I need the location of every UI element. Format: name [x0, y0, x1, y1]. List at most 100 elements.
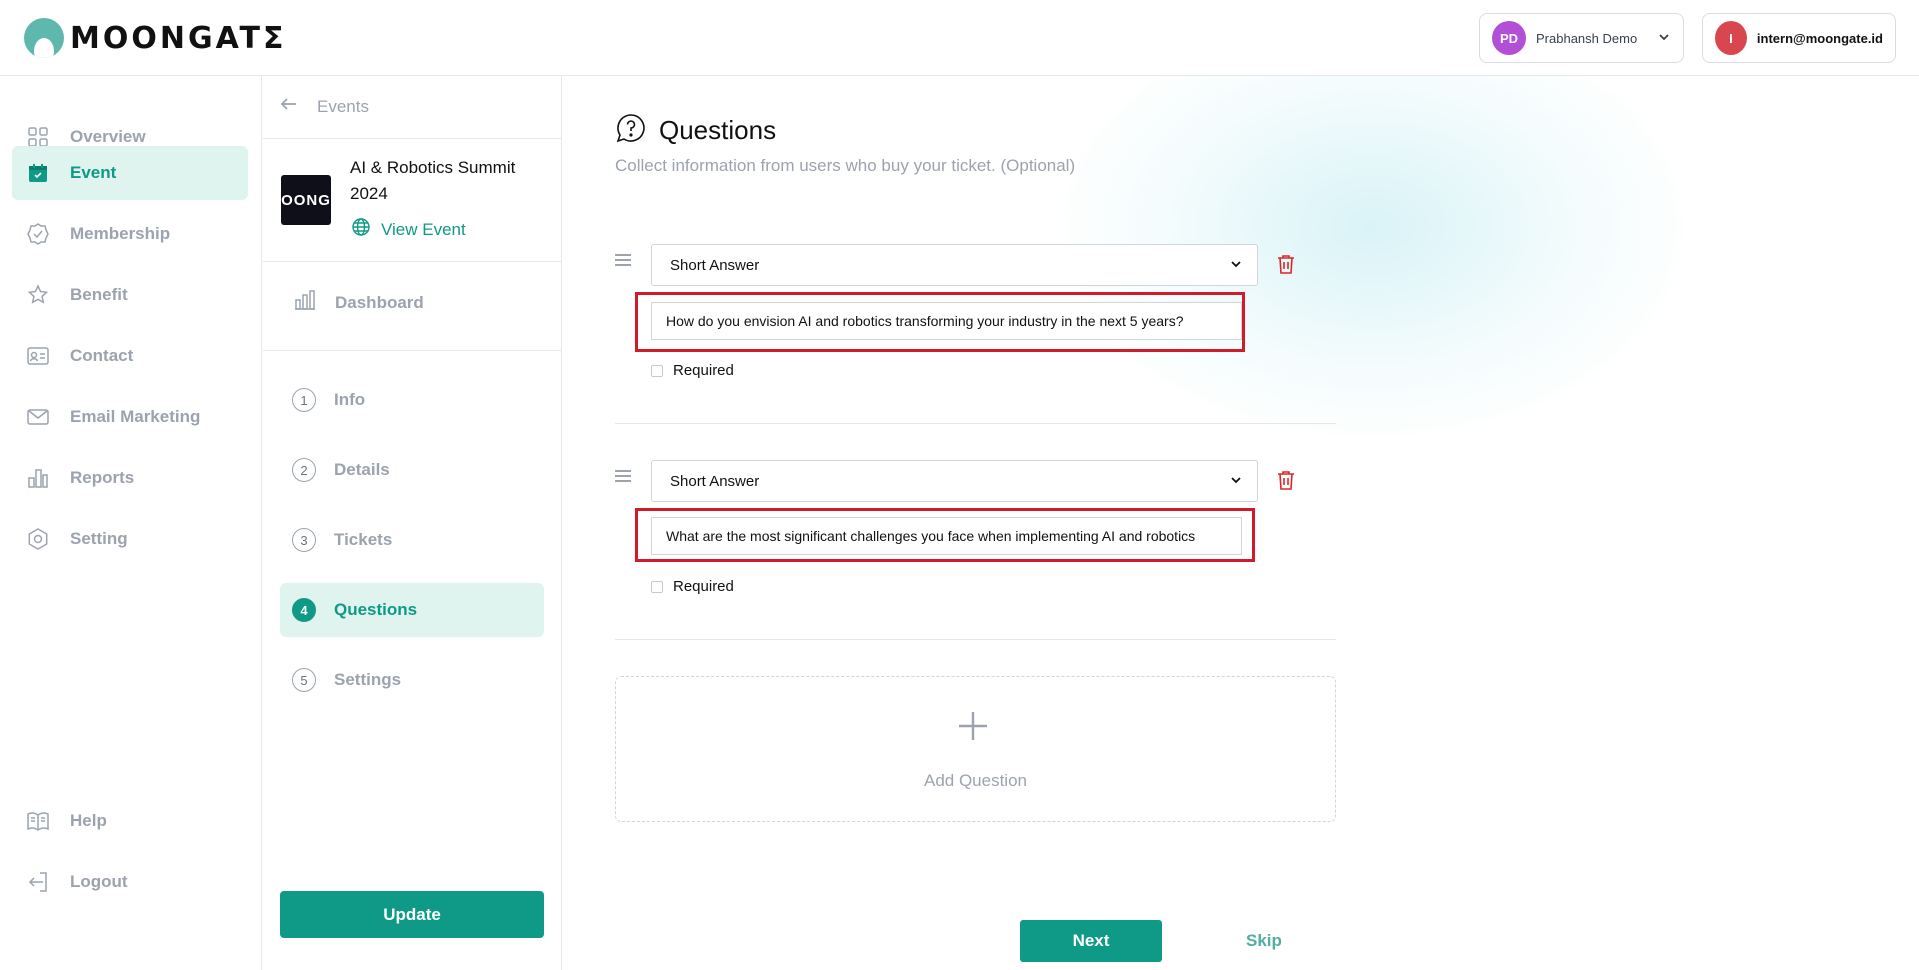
sidebar-item-benefit[interactable]: Benefit [12, 268, 248, 322]
step-details[interactable]: 2 Details [280, 443, 544, 497]
bar-chart-icon [293, 288, 317, 317]
question-type-select[interactable]: Short Answer [651, 244, 1258, 286]
sidebar-item-label: Email Marketing [70, 407, 201, 426]
book-icon [26, 809, 50, 833]
update-button[interactable]: Update [280, 891, 544, 938]
required-label: Required [673, 578, 734, 595]
event-panel: Events OONG AI & Robotics Summit 2024 Vi… [263, 76, 562, 970]
required-checkbox-row[interactable]: Required [651, 362, 734, 379]
sidebar-item-event[interactable]: Event [12, 146, 248, 200]
step-number: 1 [292, 388, 316, 412]
question-separator [615, 423, 1336, 424]
divider [263, 350, 562, 351]
step-number: 3 [292, 528, 316, 552]
step-label: Settings [334, 670, 402, 689]
question-type-value: Short Answer [670, 256, 760, 274]
step-questions[interactable]: 4 Questions [280, 583, 544, 637]
logo-text: MOONGATƩ [70, 20, 287, 56]
step-label: Tickets [334, 530, 393, 549]
page-title: Questions [659, 115, 777, 145]
question-bubble-icon [615, 112, 647, 149]
badge-check-icon [26, 222, 50, 246]
page-header: Questions [615, 112, 776, 149]
arrow-left-icon [279, 94, 299, 119]
step-label: Details [334, 460, 390, 479]
sidebar-item-contact[interactable]: Contact [12, 329, 248, 383]
event-thumbnail: OONG [281, 175, 331, 225]
page-subtitle: Collect information from users who buy y… [615, 156, 1076, 175]
chevron-down-icon [1229, 473, 1243, 490]
back-to-events[interactable]: Events [279, 94, 369, 119]
bar-chart-icon [26, 466, 50, 490]
questions-main: Questions Collect information from users… [563, 76, 1919, 970]
required-checkbox[interactable] [651, 580, 663, 593]
step-settings[interactable]: 5 Settings [280, 653, 544, 707]
logout-icon [26, 870, 50, 894]
plus-icon [956, 709, 990, 748]
sidebar-item-label: Reports [70, 468, 135, 487]
user-account-menu[interactable]: I intern@moongate.id [1702, 13, 1896, 63]
top-bar: MOONGATƩ PD Prabhansh Demo I intern@moon… [0, 0, 1919, 76]
step-label: Questions [334, 600, 418, 619]
settings-icon [26, 527, 50, 551]
org-name: Prabhansh Demo [1536, 30, 1638, 46]
drag-handle-icon[interactable] [615, 254, 631, 269]
mail-icon [26, 405, 50, 429]
globe-icon [351, 217, 371, 242]
chevron-down-icon [1229, 257, 1243, 274]
sidebar-item-reports[interactable]: Reports [12, 451, 248, 505]
delete-question-button[interactable] [1277, 254, 1295, 279]
divider [263, 261, 562, 262]
moongate-logo[interactable]: MOONGATƩ [24, 18, 286, 58]
drag-handle-icon[interactable] [615, 470, 631, 485]
question-type-value: Short Answer [670, 472, 760, 490]
sidebar-item-logout[interactable]: Logout [12, 855, 248, 909]
back-label: Events [317, 96, 369, 116]
sidebar-item-membership[interactable]: Membership [12, 207, 248, 261]
calendar-icon [26, 161, 50, 185]
sidebar-item-label: Overview [70, 127, 146, 146]
sidebar-item-label: Membership [70, 224, 171, 243]
main-sidebar: Overview Event Membership Benefit Contac… [0, 76, 262, 970]
sidebar-item-label: Event [70, 163, 117, 182]
step-number: 2 [292, 458, 316, 482]
event-title: AI & Robotics Summit 2024 [350, 158, 516, 203]
user-email: intern@moongate.id [1756, 30, 1883, 46]
logo-mark-icon [24, 18, 64, 58]
divider [263, 138, 562, 139]
step-info[interactable]: 1 Info [280, 373, 544, 427]
step-number: 4 [292, 598, 316, 622]
sidebar-item-label: Benefit [70, 285, 128, 304]
add-question-button[interactable]: Add Question [615, 676, 1336, 822]
add-question-label: Add Question [923, 771, 1027, 790]
org-avatar: PD [1492, 21, 1526, 55]
organization-switcher[interactable]: PD Prabhansh Demo [1479, 13, 1684, 63]
view-event-label: View Event [381, 219, 466, 239]
step-tickets[interactable]: 3 Tickets [280, 513, 544, 567]
question-text-input[interactable]: How do you envision AI and robotics tran… [651, 302, 1242, 340]
required-label: Required [673, 362, 734, 379]
skip-button[interactable]: Skip [1246, 931, 1282, 951]
question-text-input[interactable]: What are the most significant challenges… [651, 517, 1242, 555]
required-checkbox[interactable] [651, 364, 663, 377]
required-checkbox-row[interactable]: Required [651, 578, 734, 595]
sidebar-item-label: Setting [70, 529, 128, 548]
next-button[interactable]: Next [1020, 920, 1162, 962]
step-label: Info [334, 390, 366, 409]
question-type-select[interactable]: Short Answer [651, 460, 1258, 502]
sidebar-item-help[interactable]: Help [12, 794, 248, 848]
dashboard-label: Dashboard [335, 292, 424, 312]
question-separator [615, 639, 1336, 640]
star-icon [26, 283, 50, 307]
delete-question-button[interactable] [1277, 470, 1295, 495]
sidebar-item-label: Contact [70, 346, 134, 365]
view-event-link[interactable]: View Event [351, 217, 466, 242]
event-dashboard-link[interactable]: Dashboard [293, 288, 424, 317]
user-avatar: I [1715, 21, 1747, 55]
contact-card-icon [26, 344, 50, 368]
chevron-down-icon [1657, 30, 1671, 47]
sidebar-item-setting[interactable]: Setting [12, 512, 248, 566]
sidebar-item-label: Help [70, 811, 107, 830]
sidebar-item-email-marketing[interactable]: Email Marketing [12, 390, 248, 444]
step-number: 5 [292, 668, 316, 692]
